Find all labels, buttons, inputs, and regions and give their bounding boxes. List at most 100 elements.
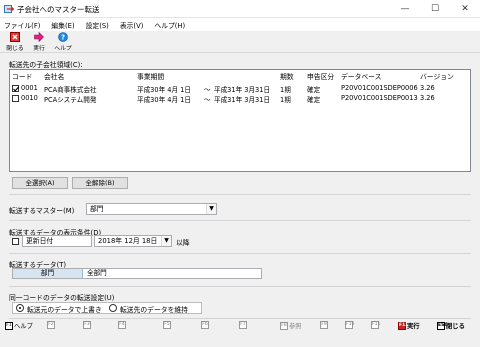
target-companies-label: 転送先の子会社領域(C): (9, 61, 83, 69)
master-select[interactable]: 部門 ▼ (86, 203, 217, 215)
fkey-badge: F6 (201, 321, 209, 329)
menu-file[interactable]: ファイル(F) (4, 20, 40, 30)
cell-filing: 確定 (307, 86, 321, 94)
separator (9, 194, 471, 195)
close-icon (10, 32, 20, 42)
fkey-badge: F10 (345, 321, 355, 329)
cell-code: 0001 (21, 84, 38, 92)
fkey-badge: F1 (5, 322, 13, 330)
toolbar-run-button[interactable]: 実行 (28, 32, 50, 52)
cell-period-end: 平成31年 3月31日 (214, 86, 271, 94)
toolbar-close-label: 閉じる (6, 46, 24, 52)
cell-filing: 確定 (307, 96, 321, 104)
toolbar-help-label: ヘルプ (54, 46, 72, 52)
master-label: 転送するマスター(M) (9, 207, 75, 215)
fkey-label: 参照 (289, 323, 302, 330)
menu-edit[interactable]: 編集(E) (51, 20, 74, 30)
separator (9, 253, 471, 254)
toolbar-close-button[interactable]: 閉じる (4, 32, 26, 52)
fkey-f4: F4 (118, 321, 127, 332)
company-list[interactable]: コード 会社名 事業期間 期数 申告区分 データベース バージョン 0001 P… (9, 69, 471, 172)
fkey-f1-help[interactable]: F1 ヘルプ (5, 321, 33, 332)
radio-overwrite-label[interactable]: 転送元のデータで上書き (27, 304, 102, 314)
fkey-label: ヘルプ (14, 323, 33, 330)
column-header-term[interactable]: 期数 (280, 71, 294, 82)
fkey-badge: F4 (118, 321, 126, 329)
column-header-code[interactable]: コード (12, 71, 32, 82)
toolbar-help-button[interactable]: ? ヘルプ (52, 32, 74, 52)
menu-bar: ファイル(F) 編集(E) 設定(S) 表示(V) ヘルプ(H) (0, 18, 480, 31)
date-field-value: 更新日付 (26, 237, 54, 245)
company-row[interactable]: 0001 PCA商事株式会社 平成30年 4月 1日 ～ 平成31年 3月31日… (11, 84, 469, 94)
select-all-button[interactable]: 全選択(A) (12, 177, 68, 189)
fkey-f6: F6 (201, 321, 210, 332)
help-icon: ? (58, 32, 68, 42)
cell-period-tilde: ～ (204, 96, 211, 104)
row-checkbox[interactable] (12, 85, 20, 92)
separator (9, 286, 471, 287)
fkey-f12-run[interactable]: F12実行 (398, 321, 420, 332)
column-header-period[interactable]: 事業期間 (137, 71, 164, 82)
cell-period-start: 平成30年 4月 1日 (137, 96, 191, 104)
chevron-down-icon: ▼ (161, 236, 171, 246)
chevron-down-icon: ▼ (206, 204, 216, 214)
radio-keep-label[interactable]: 転送先のデータを維持 (120, 304, 188, 314)
cell-period-end: 平成31年 3月31日 (214, 96, 271, 104)
date-field-select[interactable]: 更新日付 (22, 235, 92, 247)
fkey-badge: F3 (83, 321, 91, 329)
cell-period-tilde: ～ (204, 86, 211, 94)
row-checkbox[interactable] (12, 95, 19, 102)
cell-term: 1期 (280, 96, 291, 104)
close-button[interactable]: ✕ (450, 0, 480, 18)
checkmark-icon (13, 86, 20, 92)
separator (9, 220, 471, 221)
fkey-badge: F8 (280, 322, 288, 330)
toolbar: 閉じる 実行 ? ヘルプ (0, 31, 480, 53)
title-bar: 子会社へのマスター転送 — ☐ ✕ (0, 0, 480, 18)
fkey-badge: F7 (239, 321, 247, 329)
fkey-badge: F2 (47, 321, 55, 329)
maximize-button[interactable]: ☐ (420, 0, 450, 18)
column-header-version[interactable]: バージョン (420, 71, 454, 82)
radio-overwrite[interactable] (16, 304, 24, 312)
menu-help[interactable]: ヘルプ(H) (154, 20, 185, 30)
same-code-label: 同一コードのデータの転送設定(U) (9, 294, 115, 302)
window-title: 子会社へのマスター転送 (17, 5, 100, 14)
date-picker[interactable]: 2018年 12月 18日 ▼ (94, 235, 172, 247)
app-icon (4, 5, 14, 13)
data-grid[interactable]: 部門 全部門 (12, 268, 262, 279)
menu-view[interactable]: 表示(V) (120, 20, 144, 30)
radio-keep[interactable] (109, 304, 117, 312)
column-header-database[interactable]: データベース (341, 71, 381, 82)
company-row[interactable]: 0010 PCAシステム開発 平成30年 4月 1日 ～ 平成31年 3月31日… (11, 94, 469, 104)
fkey-badge: F12 (398, 322, 409, 330)
fkey-esc-close[interactable]: ESC閉じる (437, 321, 465, 332)
cell-version: 3.26 (420, 84, 435, 92)
fkey-f3: F3 (83, 321, 92, 332)
minimize-button[interactable]: — (390, 0, 420, 18)
fkey-badge: F9 (320, 321, 328, 329)
date-suffix: 以降 (176, 239, 190, 247)
same-code-options: 転送元のデータで上書き 転送先のデータを維持 (12, 302, 202, 314)
fkey-badge: F5 (163, 321, 171, 329)
fkey-badge: ESC (437, 322, 448, 330)
fkey-f11: F11 (371, 321, 380, 332)
fkey-label: 実行 (407, 323, 420, 330)
fkey-f10: F10 (345, 321, 354, 332)
toolbar-run-label: 実行 (33, 46, 45, 52)
data-grid-header[interactable]: 部門 (13, 269, 83, 278)
column-header-filing[interactable]: 申告区分 (307, 71, 334, 82)
column-header-name[interactable]: 会社名 (44, 71, 64, 82)
fkey-badge: F11 (371, 321, 381, 329)
cell-code: 0010 (21, 94, 38, 102)
function-key-bar: F1 ヘルプ F2 F3 F4 F5 F6 F7 F8 参照 F9 F10 F11 … (0, 318, 480, 335)
condition-checkbox[interactable] (12, 238, 19, 245)
data-grid-value: 全部門 (87, 269, 107, 277)
deselect-all-button[interactable]: 全解除(B) (72, 177, 128, 189)
fkey-f2: F2 (47, 321, 56, 332)
master-select-value: 部門 (90, 205, 104, 213)
cell-name: PCAシステム開発 (44, 96, 97, 104)
menu-settings[interactable]: 設定(S) (86, 20, 109, 30)
cell-name: PCA商事株式会社 (44, 86, 97, 94)
cell-database: P20V01C001SDEP0006 (341, 84, 418, 92)
